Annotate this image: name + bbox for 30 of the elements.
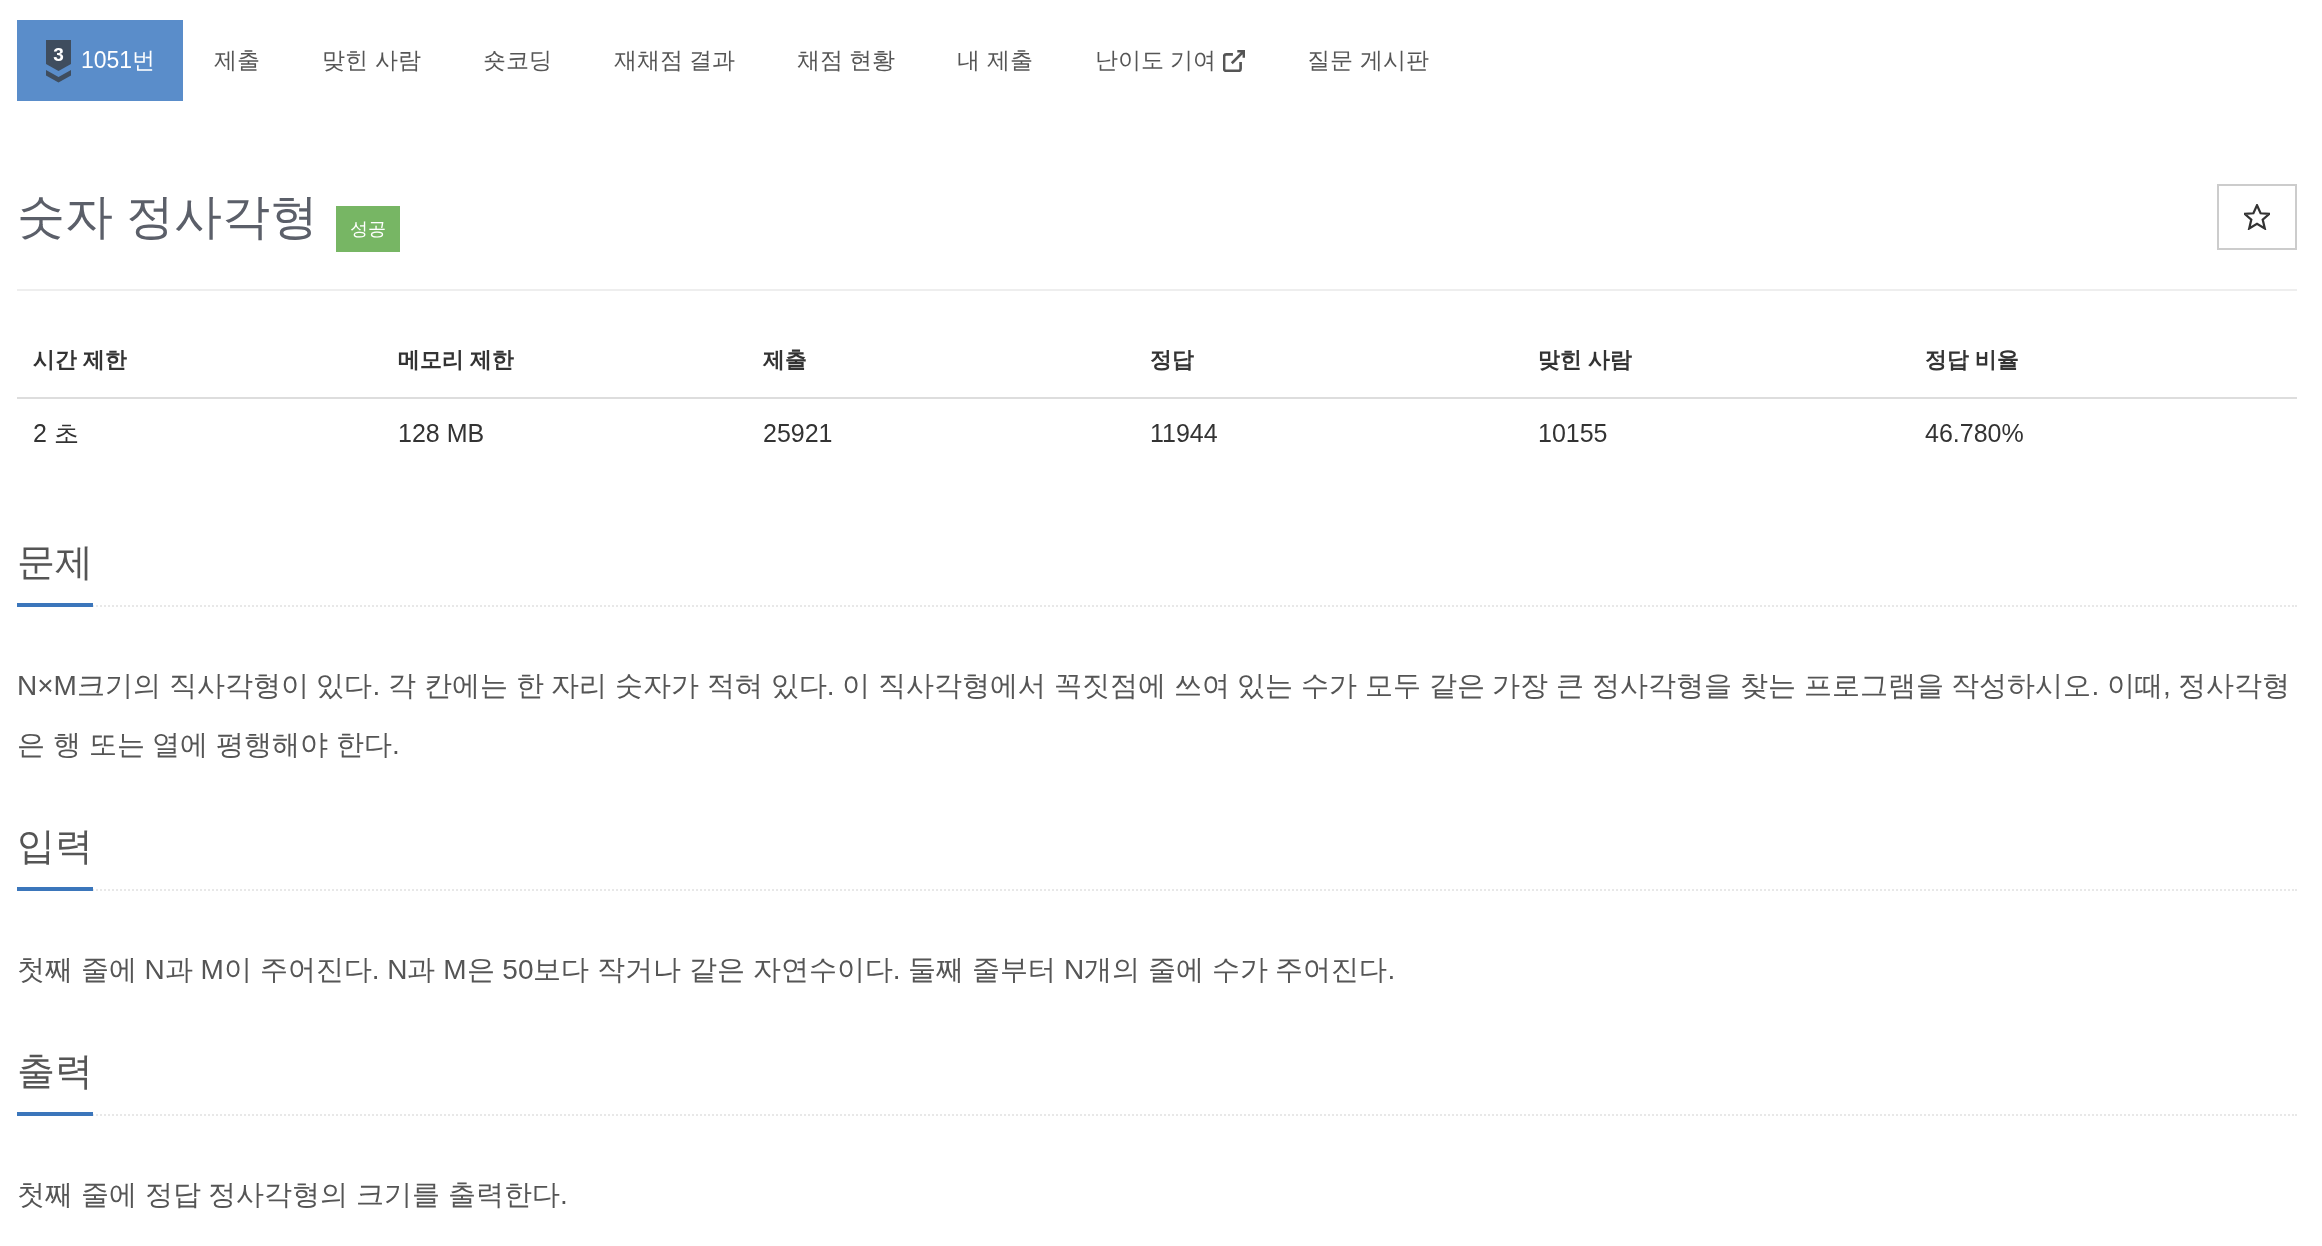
table-cell-text: 128 MB (398, 418, 485, 450)
table-cell-text: 2 초 (33, 418, 79, 450)
table-cell-text: 25921 (763, 418, 833, 450)
table-cell-text: 11944 (1150, 418, 1218, 450)
section-heading: 출력 (17, 1046, 93, 1116)
nav-tab[interactable]: 제출 (183, 20, 292, 101)
column-header: 제출 (763, 345, 807, 374)
nav-tab[interactable]: 재채점 결과 (582, 20, 766, 101)
column-header: 맞힌 사람 (1538, 345, 1633, 374)
star-button[interactable] (2217, 184, 2297, 250)
column-header: 정답 비율 (1925, 345, 2020, 374)
table-cell-text: 10155 (1538, 418, 1608, 450)
problem-title: 숫자 정사각형 (17, 189, 319, 245)
column-header: 시간 제한 (33, 345, 128, 374)
status-badge: 성공 (336, 206, 401, 252)
nav-tab[interactable]: 맞힌 사람 (291, 20, 452, 101)
nav-tab[interactable]: 숏코딩 (451, 20, 583, 101)
nav-tab[interactable]: 질문 게시판 (1276, 20, 1460, 101)
table-cell-text: 46.780% (1925, 418, 2024, 450)
nav-tab[interactable]: 채점 현황 (765, 20, 927, 101)
column-header: 정답 (1150, 345, 1194, 374)
section-text: N×M크기의 직사각형이 있다. 각 칸에는 한 자리 숫자가 적혀 있다. 이 직사각형에서 꼭짓점에 쓰여 있는 수가 모두 같은 가장 큰 정사각형을 찾는 프로그램을 작성하시오. 이때, 정사각형은 행 또는 열에 평행해야 한다. (17, 669, 2292, 762)
nav-tab[interactable]: 난이도 기여 (1063, 20, 1277, 101)
section-text: 첫째 줄에 N과 M이 주어진다. N과 M은 50보다 작거나 같은 자연수이다. 둘째 줄부터 N개의 줄에 수가 주어진다. (17, 953, 1397, 987)
section-heading: 문제 (17, 537, 93, 607)
section-text: 첫째 줄에 정답 정사각형의 크기를 출력한다. (17, 1178, 569, 1212)
nav-tab[interactable]: 내 제출 (926, 20, 1064, 101)
nav-tab[interactable]: 3 1051번 (17, 20, 184, 101)
section-heading: 입력 (17, 821, 93, 891)
column-header: 메모리 제한 (398, 345, 515, 374)
